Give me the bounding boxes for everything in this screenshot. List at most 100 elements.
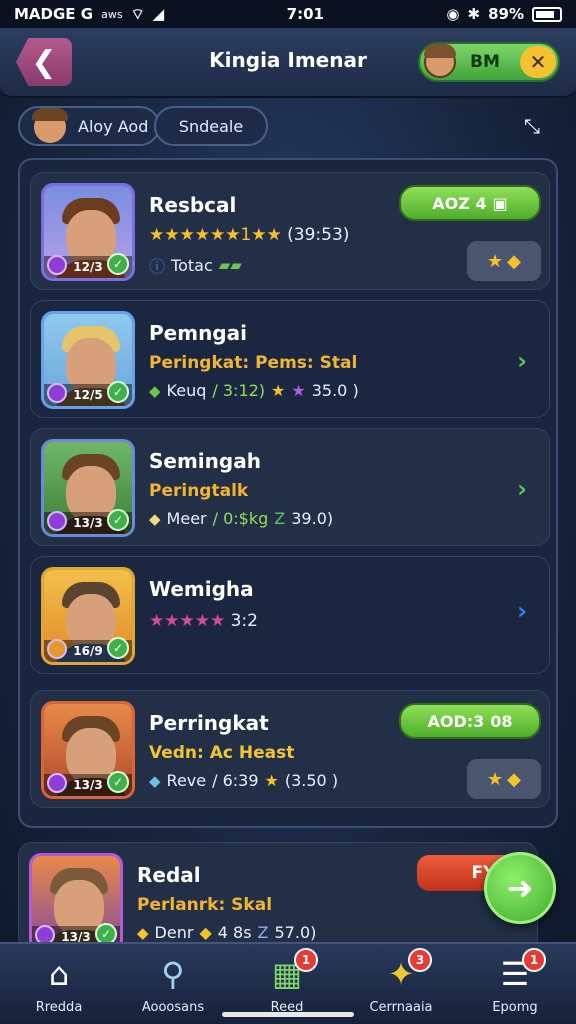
clock: 7:01	[286, 5, 324, 23]
check-icon: ✓	[107, 253, 129, 275]
list-item[interactable]: 12/5 ✓ Pemngai Peringkat: Pems: Stal ◆ K…	[30, 300, 550, 418]
info-icon: ⓘ	[149, 257, 166, 276]
stat-mid: 4 8s	[217, 923, 252, 942]
zeta-icon: Z	[257, 923, 269, 942]
nav-item-home[interactable]: ⌂ Rredda	[4, 950, 114, 1024]
filter-chip-label: Aloy Aod	[78, 116, 149, 136]
list-item[interactable]: 16/9 ✓ Wemigha ★★★★★ 3:2 ›	[30, 556, 550, 674]
wifi-icon: ⌔	[130, 4, 145, 23]
stat-value: 57.0)	[274, 923, 317, 942]
stat-label: Denr	[154, 923, 194, 942]
hero-rating-value: (39:53)	[287, 225, 350, 245]
nav-label: Cerrnaaia	[369, 1000, 433, 1015]
ranking-list: 12/3 ✓ Resbcal ★★★★★★1★★ (39:53) ⓘ Totac…	[18, 158, 558, 828]
stat-label: Keuq	[166, 381, 207, 400]
check-icon: ✓	[107, 637, 129, 659]
check-icon: ✓	[107, 509, 129, 531]
hero-rating: ★★★★★★1★★ (39:53)	[149, 225, 349, 245]
hero-portrait: 13/3 ✓	[41, 701, 135, 799]
stat-mid: / 6:39	[212, 771, 259, 790]
battery-icon	[531, 6, 562, 22]
filter-chip-player[interactable]: Aloy Aod	[18, 106, 160, 146]
stat-mid: / 0:$kg	[212, 509, 269, 528]
rank-badge-label: AOD:3	[427, 711, 485, 731]
go-button[interactable]: ➜	[484, 852, 556, 924]
rank-badge-label: AOZ 4	[432, 193, 487, 213]
carrier-sub: aws	[101, 7, 123, 21]
zeta-icon: Z	[274, 509, 286, 528]
back-arrow-icon: ❮	[31, 44, 57, 80]
stat-label: Meer	[166, 509, 207, 528]
hero-name: Semingah	[149, 449, 261, 473]
star-icon: ★	[291, 381, 306, 400]
hero-portrait: 13/3 ✓	[29, 853, 123, 951]
notification-badge: 3	[408, 948, 432, 972]
back-button[interactable]: ❮	[16, 38, 72, 86]
nav-item-craft[interactable]: ✦ Cerrnaaia 3	[346, 948, 456, 1024]
hero-rating: ★★★★★ 3:2	[149, 611, 258, 631]
rank-badge-extra: 08	[490, 711, 513, 731]
nav-label: Aooosans	[141, 1000, 205, 1015]
hero-name: Pemngai	[149, 321, 247, 345]
gem-icon	[47, 255, 67, 275]
rank-badge[interactable]: AOZ 4 ▣	[399, 185, 541, 221]
hero-name: Perringkat	[149, 711, 269, 735]
close-button[interactable]: ✕	[520, 46, 556, 78]
gem-icon	[47, 773, 67, 793]
list-item[interactable]: 13/3 ✓ Semingah Peringtalk ◆ Meer / 0:$k…	[30, 428, 550, 546]
hero-stats: ◆ Reve / 6:39 ★ (3.50 )	[149, 771, 338, 790]
reward-box[interactable]: ★ ◆	[467, 759, 541, 799]
list-item[interactable]: 13/3 ✓ Perringkat Vedn: Ac Heast ◆ Reve …	[30, 690, 550, 808]
home-indicator[interactable]	[222, 1012, 354, 1017]
star-icon: ★	[487, 768, 504, 790]
list-item[interactable]: 13/3 ✓ Redal Perlanrk: Skal ◆ Denr ◆ 4 8…	[18, 842, 538, 952]
hero-stats: ◆ Meer / 0:$kg Z 39.0)	[149, 509, 333, 528]
sync-icon: ◉	[446, 5, 460, 23]
chevron-right-icon[interactable]: ›	[517, 475, 527, 503]
nav-item-search[interactable]: ⚲ Aooosans	[118, 950, 228, 1024]
arrow-right-icon: ➜	[506, 869, 534, 907]
page-title: Kingia Imenar	[209, 48, 367, 72]
hero-stats: ⓘ Totac ▰▰	[149, 253, 242, 277]
filter-chip-sort[interactable]: Sndeale	[154, 106, 268, 146]
gold-icon: ◆	[507, 250, 521, 272]
avatar-icon	[32, 108, 68, 143]
hero-name: Resbcal	[149, 193, 237, 217]
chevron-right-icon[interactable]: ›	[517, 347, 527, 375]
rank-badge[interactable]: AOD:3 08	[399, 703, 541, 739]
carrier-label: MADGE G	[14, 5, 94, 23]
status-bar: MADGE G aws ⌔ ◢ 7:01 ◉ ✱ 89%	[0, 0, 576, 28]
gold-icon: ◆	[199, 923, 212, 942]
currency-pill[interactable]: BM ✕	[418, 42, 560, 82]
star-icon: ★	[264, 771, 279, 790]
reward-box[interactable]: ★ ◆	[467, 241, 541, 281]
star-icon: ★★★★★	[149, 611, 226, 631]
gem-icon	[47, 383, 67, 403]
stat-value: 39.0)	[291, 509, 334, 528]
cash-icon: ◆	[137, 923, 149, 942]
nav-item-log[interactable]: ☰ Epomg 1	[460, 948, 570, 1024]
check-icon: ✓	[107, 771, 129, 793]
hero-portrait: 12/3 ✓	[41, 183, 135, 281]
battery-percent: 89%	[488, 5, 524, 23]
list-item[interactable]: 12/3 ✓ Resbcal ★★★★★★1★★ (39:53) ⓘ Totac…	[30, 172, 550, 290]
chevron-right-icon[interactable]: ›	[517, 597, 527, 625]
hero-portrait: 13/3 ✓	[41, 439, 135, 537]
cash-icon: ◆	[149, 381, 161, 400]
box-icon: ▣	[492, 193, 508, 213]
cash-icon: ▰▰	[218, 256, 242, 274]
magnifier-icon: ⚲	[161, 955, 185, 993]
header: ❮ Kingia Imenar BM ✕	[0, 28, 576, 98]
notification-badge: 1	[294, 948, 318, 972]
gold-icon: ◆	[507, 768, 521, 790]
gem-icon	[47, 639, 67, 659]
cash-icon: ◆	[149, 509, 161, 528]
expand-icon[interactable]: ⤡	[524, 114, 540, 138]
bluetooth-icon: ✱	[467, 5, 481, 23]
star-icon: ★★★★★★1★★	[149, 225, 282, 245]
stat-value: 35.0 )	[311, 381, 359, 400]
hero-portrait: 16/9 ✓	[41, 567, 135, 665]
hero-subtitle: Vedn: Ac Heast	[149, 743, 295, 763]
nav-label: Rredda	[35, 1000, 83, 1015]
home-icon: ⌂	[48, 955, 70, 993]
